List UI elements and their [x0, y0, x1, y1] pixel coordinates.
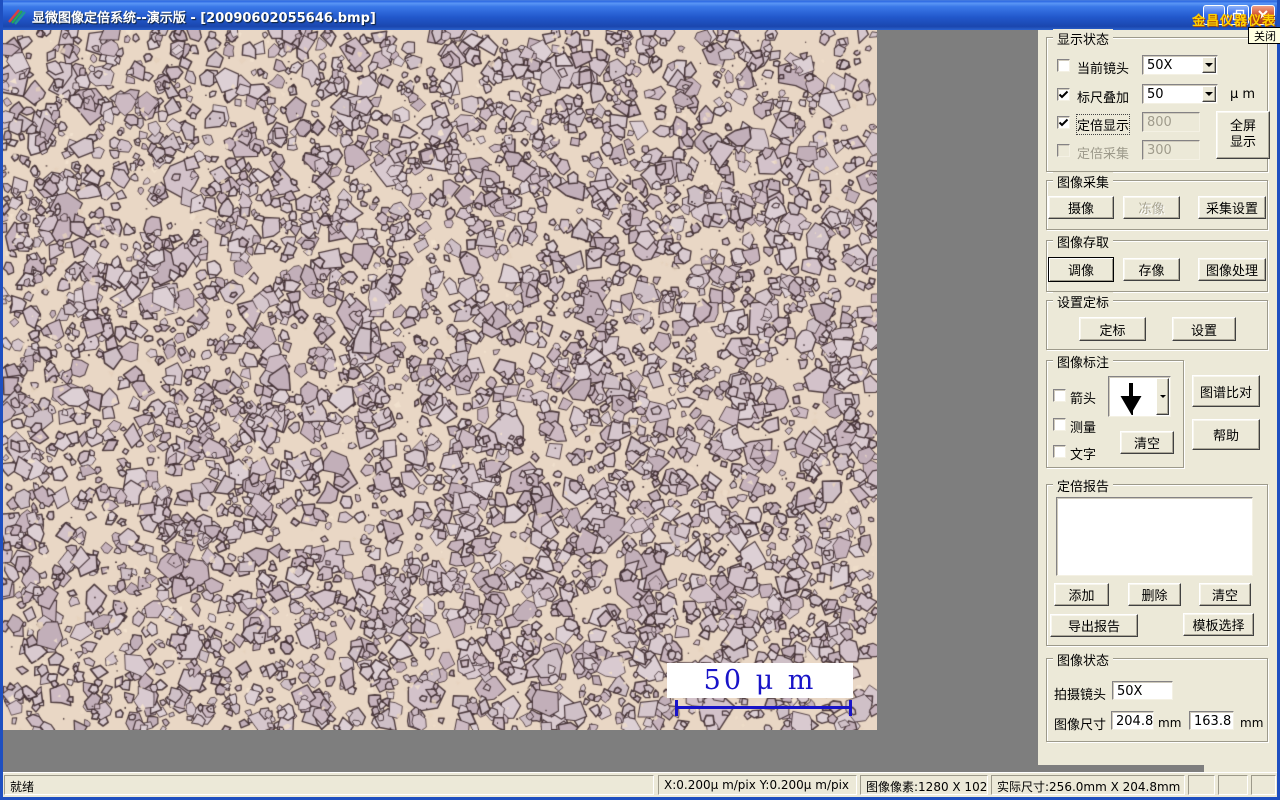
text-checkbox[interactable] [1053, 445, 1066, 458]
fixed-capture-input: 300 [1142, 140, 1200, 160]
freeze-button: 冻像 [1123, 196, 1180, 219]
image-size-label: 图像尺寸 [1054, 718, 1107, 733]
title-bar[interactable]: 显微图像定倍系统--演示版 - [20090602055646.bmp] 金昌仪… [0, 0, 1280, 30]
fullscreen-button-line1: 全屏 [1229, 119, 1256, 134]
annotation-clear-button[interactable]: 清空 [1120, 431, 1174, 454]
group-storage-title: 图像存取 [1053, 232, 1114, 251]
arrow-down-annotation-icon [1120, 383, 1142, 415]
scale-overlay-checkbox[interactable] [1057, 88, 1070, 101]
setup-button[interactable]: 设置 [1172, 317, 1236, 341]
group-capture-title: 图像采集 [1053, 172, 1114, 191]
fixed-display-input: 800 [1142, 112, 1200, 132]
capture-settings-button[interactable]: 采集设置 [1198, 196, 1266, 219]
fixed-capture-label: 定倍采集 [1077, 147, 1130, 162]
group-display-status-title: 显示状态 [1053, 29, 1114, 48]
measure-label: 测量 [1070, 421, 1097, 436]
scale-overlay-unit: μ m [1230, 87, 1256, 102]
panel-bottom-strip [1038, 765, 1204, 772]
scale-bar-box: 50 μ m [667, 663, 853, 698]
status-cell-empty-3 [1251, 775, 1276, 795]
image-process-button[interactable]: 图像处理 [1198, 258, 1266, 281]
shoot-button[interactable]: 摄像 [1048, 196, 1114, 219]
app-window: 显微图像定倍系统--演示版 - [20090602055646.bmp] 金昌仪… [0, 0, 1280, 800]
scale-bar-line [675, 700, 852, 716]
group-calibration-title: 设置定标 [1053, 292, 1114, 311]
image-viewport[interactable]: 50 μ m [3, 30, 877, 730]
window-border-left [0, 0, 3, 800]
text-label: 文字 [1070, 448, 1097, 463]
micrograph-image[interactable] [3, 30, 877, 730]
atlas-compare-button[interactable]: 图谱比对 [1192, 375, 1260, 407]
group-annotation-title: 图像标注 [1053, 352, 1114, 371]
window-title: 显微图像定倍系统--演示版 - [20090602055646.bmp] [32, 11, 376, 26]
group-image-status-title: 图像状态 [1053, 650, 1114, 669]
fixed-capture-checkbox [1057, 144, 1070, 157]
load-image-button[interactable]: 调像 [1048, 257, 1114, 282]
status-cell-empty-2 [1218, 775, 1248, 795]
current-lens-label: 当前镜头 [1077, 62, 1130, 77]
status-ready: 就绪 [4, 775, 654, 795]
close-tooltip: 关闭 [1248, 27, 1280, 44]
scale-overlay-dropdown-icon[interactable] [1202, 86, 1216, 102]
arrow-checkbox[interactable] [1053, 389, 1066, 402]
image-width-field[interactable]: 204.8 [1111, 711, 1154, 730]
image-width-unit: mm [1158, 716, 1182, 730]
scale-bar-label: 50 μ m [703, 665, 817, 696]
arrow-style-dropdown-icon[interactable] [1156, 378, 1169, 415]
status-actual-size: 实际尺寸:256.0mm X 204.8mm [991, 775, 1185, 795]
current-lens-dropdown-icon[interactable] [1202, 57, 1216, 73]
measure-checkbox[interactable] [1053, 418, 1066, 431]
help-button[interactable]: 帮助 [1192, 419, 1260, 450]
shoot-lens-label: 拍摄镜头 [1054, 688, 1107, 703]
fullscreen-button[interactable]: 全屏 显示 [1216, 111, 1270, 159]
save-image-button[interactable]: 存像 [1123, 258, 1180, 281]
fixed-display-checkbox[interactable] [1057, 116, 1070, 129]
arrow-label: 箭头 [1070, 392, 1097, 407]
template-select-button[interactable]: 模板选择 [1183, 613, 1254, 636]
app-icon [7, 6, 27, 26]
scale-overlay-label: 标尺叠加 [1077, 91, 1130, 106]
report-listbox[interactable] [1056, 497, 1253, 576]
group-report-title: 定倍报告 [1053, 476, 1114, 495]
current-lens-checkbox[interactable] [1057, 59, 1070, 72]
report-clear-button[interactable]: 清空 [1199, 583, 1251, 606]
shoot-lens-field[interactable]: 50X [1112, 681, 1173, 700]
export-report-button[interactable]: 导出报告 [1050, 614, 1138, 637]
image-height-unit: mm [1240, 716, 1264, 730]
status-pixel-scale: X:0.200μ m/pix Y:0.200μ m/pix [658, 775, 857, 795]
image-height-field[interactable]: 163.8 [1189, 711, 1234, 730]
calibrate-button[interactable]: 定标 [1079, 317, 1146, 341]
status-cell-empty-1 [1188, 775, 1215, 795]
fullscreen-button-line2: 显示 [1229, 135, 1256, 150]
status-image-pixels: 图像像素:1280 X 1024 [860, 775, 988, 795]
report-delete-button[interactable]: 删除 [1128, 583, 1181, 606]
fixed-display-label: 定倍显示 [1075, 114, 1131, 135]
report-add-button[interactable]: 添加 [1054, 583, 1109, 606]
